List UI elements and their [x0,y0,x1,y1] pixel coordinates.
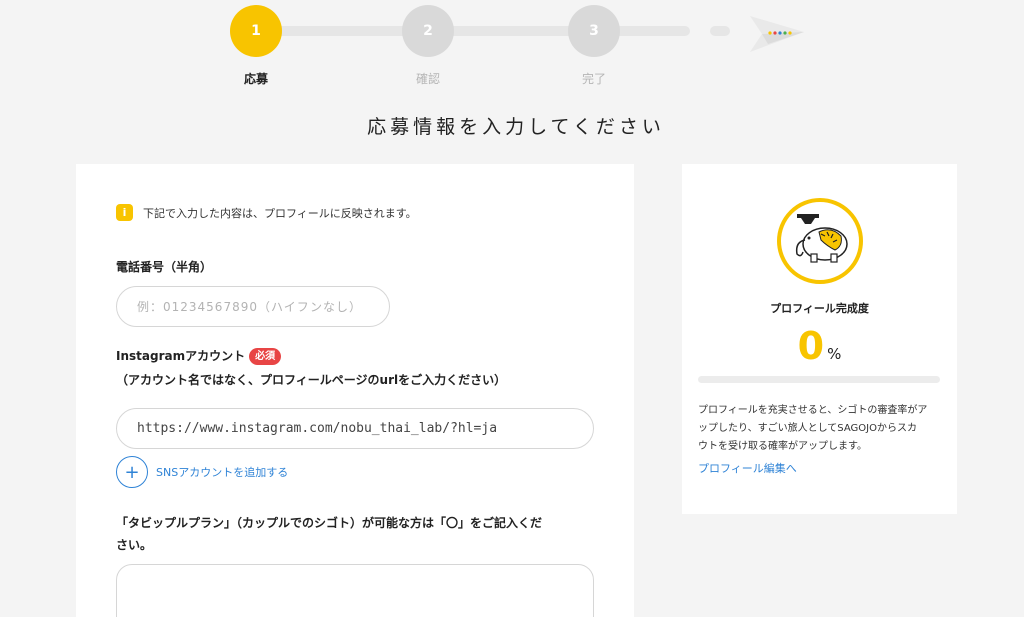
paper-plane-icon [750,16,804,52]
progress-stepper: 1 2 3 応募 確認 完了 [0,0,1024,100]
add-sns-button[interactable]: + SNSアカウントを追加する [116,456,288,488]
step-track [710,26,730,36]
desc-line: ウトを受け取る確率がアップします。 [698,441,867,452]
application-form: i 下記で入力した内容は、プロフィールに反映されます。 電話番号（半角） 例：0… [76,164,634,617]
step-2-circle: 2 [402,5,454,57]
instagram-sub-label: （アカウント名ではなく、プロフィールページのurlをご入力ください） [116,373,507,387]
add-sns-label[interactable]: SNSアカウントを追加する [156,464,288,480]
step-track [430,26,690,36]
profile-description: プロフィールを充実させると、シゴトの審査率がア ップしたり、すごい旅人としてSA… [698,402,946,456]
instagram-label: Instagramアカウント 必須 [116,345,282,367]
step-1-label: 応募 [243,72,268,86]
desc-line: プロフィールを充実させると、シゴトの審査率がア [698,405,928,416]
profile-completion-title: プロフィール完成度 [770,302,869,315]
elephant-mascot-icon [795,214,848,263]
notice: i 下記で入力した内容は、プロフィールに反映されます。 [116,204,417,221]
application-page: 1 2 3 応募 確認 完了 応募情報を入力してください i 下記で入力した内容… [0,0,1024,617]
instagram-label-text: Instagramアカウント [116,349,246,363]
completion-progress-bar [698,376,940,383]
profile-completion-panel: プロフィール完成度 0% プロフィールを充実させると、シゴトの審査率がア ップし… [682,164,957,514]
phone-input[interactable]: 例：01234567890（ハイフンなし） [116,286,390,327]
plus-icon[interactable]: + [116,456,148,488]
percent-sign: % [827,345,842,363]
couple-plan-label-line2: さい。 [116,538,153,552]
step-3-circle: 3 [568,5,620,57]
step-1-circle: 1 [230,5,282,57]
couple-plan-textarea[interactable] [116,564,594,617]
step-2-label: 確認 [415,72,440,86]
desc-line: ップしたり、すごい旅人としてSAGOJOからスカ [698,423,917,434]
edit-profile-link[interactable]: プロフィール編集へ [698,460,797,476]
info-icon: i [116,204,133,221]
phone-label: 電話番号（半角） [116,260,213,274]
completion-percent: 0% [682,324,957,368]
percent-value: 0 [797,324,825,368]
page-title: 応募情報を入力してください [367,116,665,138]
notice-text: 下記で入力した内容は、プロフィールに反映されます。 [143,206,417,220]
step-3-label: 完了 [581,72,606,86]
instagram-input[interactable]: https://www.instagram.com/nobu_thai_lab/… [116,408,594,449]
avatar [777,198,863,284]
couple-plan-label-line1: 「タビップルプラン」（カップルでのシゴト）が可能な方は「〇」をご記入くだ [116,516,543,530]
required-badge: 必須 [249,348,282,365]
